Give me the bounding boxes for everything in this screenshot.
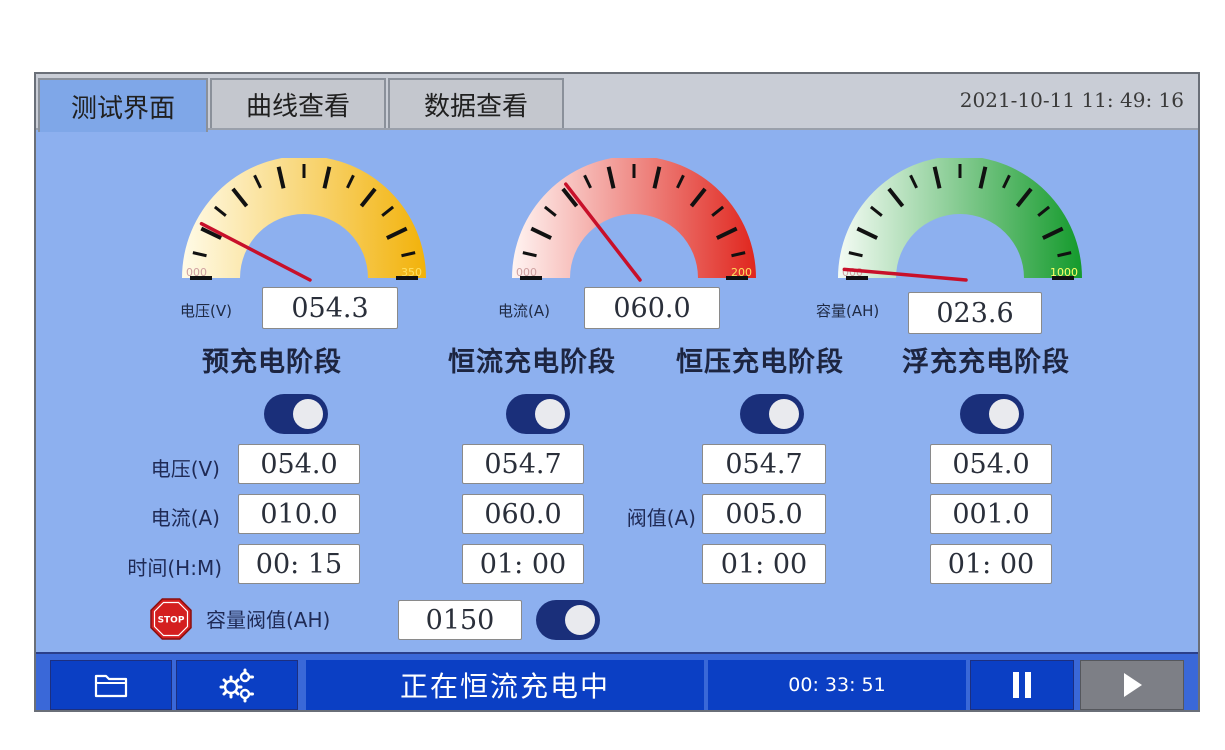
tab-curve[interactable]: 曲线查看 [210,78,386,128]
elapsed-timer: 00: 33: 51 [708,660,966,710]
row-label-current: 电流(A) [150,506,220,530]
play-button[interactable] [1080,660,1184,710]
float-current-field[interactable]: 001.0 [930,494,1052,534]
gauge-max-label: 200 [731,266,752,279]
precharge-time-field[interactable]: 00: 15 [238,544,360,584]
stage-title-constant-voltage: 恒压充电阶段 [676,347,844,378]
folder-icon [94,674,128,698]
stage-title-constant-current: 恒流充电阶段 [448,347,616,378]
stop-sign-icon: STOP [150,598,192,640]
cv-threshold-field[interactable]: 005.0 [702,494,826,534]
row-label-time: 时间(H:M) [127,556,222,580]
tab-test[interactable]: 测试界面 [38,78,208,132]
gauge-min-label: 000 [516,266,537,279]
toggle-knob [565,605,595,635]
toggle-knob [989,399,1019,429]
current-readout: 060.0 [584,287,720,329]
capacity-threshold-field[interactable]: 0150 [398,600,522,640]
voltage-gauge-label: 电压(V) [180,302,232,320]
pause-button[interactable] [970,660,1074,710]
toggle-knob [535,399,565,429]
folder-button[interactable] [50,660,172,710]
cc-time-field[interactable]: 01: 00 [462,544,584,584]
capacity-gauge-label: 容量(AH) [816,302,880,320]
row-label-voltage: 电压(V) [150,457,220,481]
current-gauge: 000 200 [508,158,760,290]
voltage-gauge: 000 350 [178,158,430,290]
capacity-readout: 023.6 [908,292,1042,334]
stage-title-precharge: 预充电阶段 [202,347,342,378]
cv-time-field[interactable]: 01: 00 [702,544,826,584]
float-time-field[interactable]: 01: 00 [930,544,1052,584]
datetime: 2021-10-11 11: 49: 16 [959,88,1184,112]
cv-voltage-field[interactable]: 054.7 [702,444,826,484]
hmi-screen: 测试界面 曲线查看 数据查看 2021-10-11 11: 49: 16 000… [34,72,1200,712]
capacity-gauge: 000 1000 [834,158,1086,290]
cc-current-field[interactable]: 060.0 [462,494,584,534]
precharge-voltage-field[interactable]: 054.0 [238,444,360,484]
toggle-knob [293,399,323,429]
bottom-bar: 正在恒流充电中 00: 33: 51 [36,652,1198,710]
toggle-precharge[interactable] [264,394,328,434]
toggle-float[interactable] [960,394,1024,434]
toggle-constant-current[interactable] [506,394,570,434]
voltage-readout: 054.3 [262,287,398,329]
toggle-capacity-threshold[interactable] [536,600,600,640]
status-text: 正在恒流充电中 [306,660,704,710]
toggle-constant-voltage[interactable] [740,394,804,434]
toggle-knob [769,399,799,429]
precharge-current-field[interactable]: 010.0 [238,494,360,534]
pause-icon [1013,672,1031,698]
cc-voltage-field[interactable]: 054.7 [462,444,584,484]
current-gauge-label: 电流(A) [498,302,550,320]
gauge-min-label: 000 [186,266,207,279]
gears-icon [219,668,254,703]
capacity-threshold-label: 容量阀值(AH) [206,608,331,632]
tab-data[interactable]: 数据查看 [388,78,564,128]
float-voltage-field[interactable]: 054.0 [930,444,1052,484]
stop-text: STOP [158,616,185,626]
row-label-threshold: 阀值(A) [626,506,696,530]
play-icon [1124,673,1142,697]
gauge-max-label: 1000 [1050,266,1078,279]
settings-button[interactable] [176,660,298,710]
top-bar: 测试界面 曲线查看 数据查看 2021-10-11 11: 49: 16 [36,74,1198,132]
stage-title-float: 浮充充电阶段 [902,347,1070,378]
gauge-max-label: 350 [401,266,422,279]
